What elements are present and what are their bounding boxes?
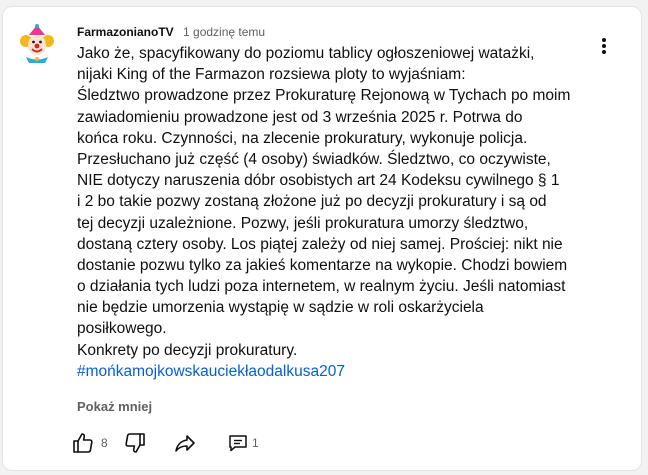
- comment-line: zawiadomieniu prowadzone jest od 3 wrześ…: [77, 108, 523, 126]
- dislike-button[interactable]: [123, 427, 147, 459]
- comment-line: i 2 bo takie pozwy zostaną złożone już p…: [77, 193, 547, 211]
- comment-line: dostanie pozwu tylko za jakieś komentarz…: [77, 256, 568, 274]
- comment-icon: [229, 435, 247, 452]
- three-dots-vertical-icon: [602, 38, 606, 54]
- comment-line: posiłkowego.: [77, 320, 167, 338]
- like-count: 8: [101, 436, 108, 450]
- hashtag-link[interactable]: #mońkamojkowskauciekłaodalkusa207: [77, 361, 591, 382]
- show-less-button[interactable]: Pokaż mniej: [77, 399, 152, 414]
- author-name[interactable]: FarmazonianoTV: [77, 25, 174, 39]
- comment-text: Jako że, spacyfikowany do poziomu tablic…: [77, 43, 591, 382]
- reply-button[interactable]: 1: [227, 427, 259, 459]
- more-actions-button[interactable]: [589, 31, 619, 61]
- comment-actions: 8 1: [71, 427, 271, 459]
- like-button[interactable]: 8: [71, 427, 108, 459]
- clown-avatar[interactable]: [17, 23, 57, 63]
- comment-header: FarmazonianoTV 1 godzinę temu: [77, 24, 265, 40]
- comment-line: Jako że, spacyfikowany do poziomu tablic…: [77, 45, 535, 62]
- comment-line: nie będzie umorzenia wystąpię w sądzie w…: [77, 299, 484, 317]
- comment-line: Przesłuchano już część (4 osoby) świadkó…: [77, 150, 551, 168]
- thumbs-down-icon: [125, 433, 145, 453]
- comment-line: nijaki King of the Farmazon rozsiewa plo…: [77, 66, 466, 84]
- comment-line: Śledztwo prowadzone przez Prokuraturę Re…: [77, 87, 571, 105]
- comment-line: dostaną cztery osoby. Los piątej zależy …: [77, 235, 563, 253]
- thumbs-up-icon: [73, 433, 93, 453]
- comment-line: o działania tych ludzi poza internetem, …: [77, 278, 566, 296]
- comment-line: końca roku. Czynności, na zlecenie proku…: [77, 129, 528, 147]
- share-arrow-icon: [175, 435, 195, 452]
- comment-timestamp[interactable]: 1 godzinę temu: [183, 25, 265, 39]
- comment-line: NIE dotyczy naruszenia dóbr osobistych a…: [77, 172, 560, 190]
- comment-card: FarmazonianoTV 1 godzinę temu Jako że, s…: [2, 6, 642, 471]
- comment-line: Konkrety po decyzji prokuratury.: [77, 341, 298, 359]
- share-button[interactable]: [173, 427, 197, 459]
- comment-line: tej decyzji uzależnione. Pozwy, jeśli pr…: [77, 214, 529, 232]
- reply-count: 1: [252, 436, 259, 450]
